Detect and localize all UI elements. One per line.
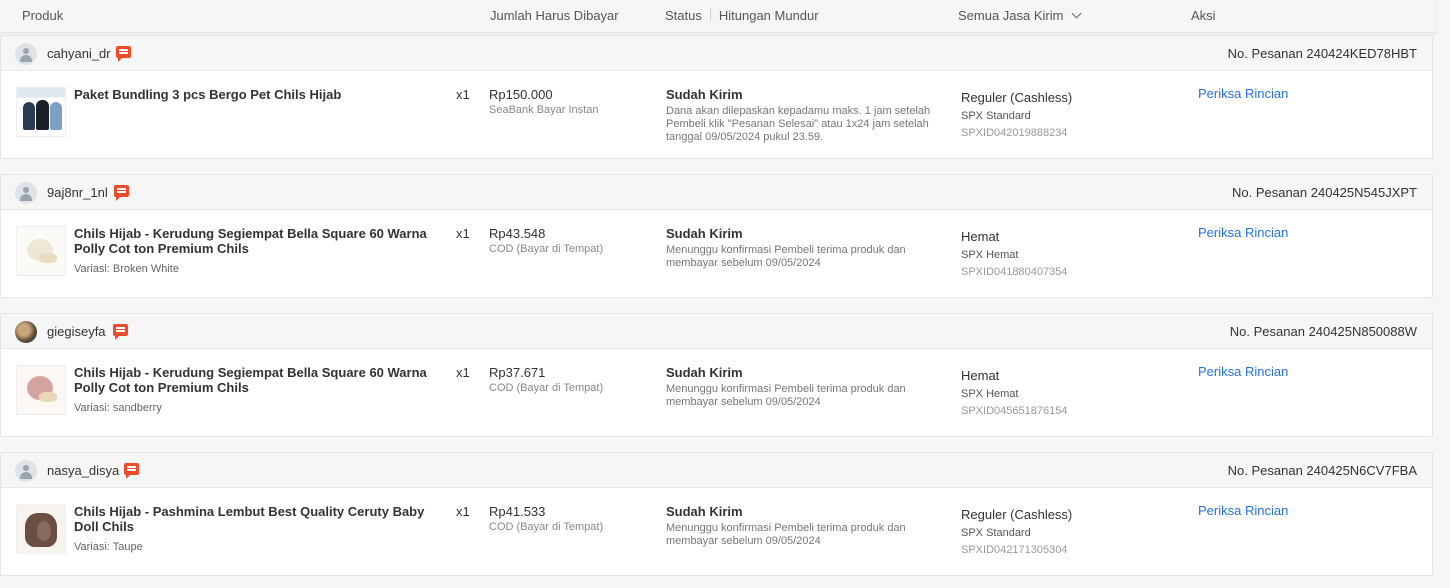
payment-method: COD (Bayar di Tempat) (489, 521, 604, 533)
product-thumbnail[interactable] (16, 226, 66, 276)
shipping-service: Reguler (Cashless) (961, 90, 1073, 105)
tracking-number: SPXID041880407354 (961, 266, 1068, 278)
shipping-service: Hemat (961, 368, 1000, 383)
payment-method: COD (Bayar di Tempat) (489, 382, 604, 394)
product-thumbnail[interactable] (16, 504, 66, 554)
order-status: Sudah Kirim (666, 504, 743, 519)
check-details-link[interactable]: Periksa Rincian (1198, 503, 1288, 518)
avatar[interactable] (15, 321, 37, 343)
amount-due: Rp43.548 (489, 226, 546, 241)
quantity: x1 (456, 226, 470, 241)
buyer-username[interactable]: 9aj8nr_1nl (47, 185, 108, 200)
product-name: Chils Hijab - Kerudung Segiempat Bella S… (74, 226, 427, 256)
header-aksi: Aksi (1191, 8, 1216, 23)
product-name: Paket Bundling 3 pcs Bergo Pet Chils Hij… (74, 87, 342, 102)
order-header: 9aj8nr_1nl No. Pesanan 240425N545JXPT (1, 175, 1432, 210)
order-card: 9aj8nr_1nl No. Pesanan 240425N545JXPT Ch… (0, 174, 1433, 298)
tracking-number: SPXID045651876154 (961, 405, 1068, 417)
tracking-number: SPXID042171305304 (961, 544, 1068, 556)
status-description: Dana akan dilepaskan kepadamu maks. 1 ja… (666, 105, 931, 143)
payment-method: SeaBank Bayar Instan (489, 104, 599, 116)
order-header: cahyani_dr No. Pesanan 240424KED78HBT (1, 36, 1432, 71)
avatar[interactable] (15, 182, 37, 204)
check-details-link[interactable]: Periksa Rincian (1198, 225, 1288, 240)
courier-type: SPX Hemat (961, 249, 1019, 261)
product-name: Chils Hijab - Pashmina Lembut Best Quali… (74, 504, 425, 534)
quantity: x1 (456, 365, 470, 380)
order-status: Sudah Kirim (666, 226, 743, 241)
courier-filter-label: Semua Jasa Kirim (958, 8, 1064, 23)
avatar[interactable] (15, 43, 37, 65)
header-divider (709, 9, 711, 21)
order-header: giegiseyfa No. Pesanan 240425N850088W (1, 314, 1432, 349)
amount-due: Rp37.671 (489, 365, 546, 380)
order-number: No. Pesanan 240424KED78HBT (1227, 46, 1417, 61)
quantity: x1 (456, 504, 470, 519)
status-description: Menunggu konfirmasi Pembeli terima produ… (666, 383, 906, 408)
order-number: No. Pesanan 240425N850088W (1229, 324, 1417, 339)
avatar[interactable] (15, 460, 37, 482)
courier-type: SPX Standard (961, 527, 1031, 539)
order-status: Sudah Kirim (666, 87, 743, 102)
buyer-username[interactable]: nasya_disya (47, 463, 119, 478)
status-description: Menunggu konfirmasi Pembeli terima produ… (666, 522, 906, 547)
product-variant: Variasi: sandberry (74, 402, 162, 414)
check-details-link[interactable]: Periksa Rincian (1198, 86, 1288, 101)
header-hitungan: Hitungan Mundur (718, 8, 819, 23)
product-thumbnail[interactable] (16, 87, 66, 137)
chevron-down-icon (1072, 8, 1082, 19)
order-status: Sudah Kirim (666, 365, 743, 380)
header-status: Status (665, 8, 702, 23)
product-variant: Variasi: Taupe (74, 541, 143, 553)
shipping-service: Hemat (961, 229, 1000, 244)
check-details-link[interactable]: Periksa Rincian (1198, 364, 1288, 379)
buyer-username[interactable]: cahyani_dr (47, 46, 111, 61)
order-number: No. Pesanan 240425N545JXPT (1231, 185, 1417, 200)
buyer-username[interactable]: giegiseyfa (47, 324, 106, 339)
amount-due: Rp150.000 (489, 87, 553, 102)
product-name: Chils Hijab - Kerudung Segiempat Bella S… (74, 365, 427, 395)
header-status-group: Status Hitungan Mundur (665, 8, 819, 23)
header-produk: Produk (22, 8, 64, 23)
courier-type: SPX Standard (961, 110, 1031, 122)
chat-icon[interactable] (124, 463, 139, 479)
shipping-service: Reguler (Cashless) (961, 507, 1073, 522)
order-header: nasya_disya No. Pesanan 240425N6CV7FBA (1, 453, 1432, 488)
table-header: Produk Jumlah Harus Dibayar Status Hitung… (0, 0, 1436, 33)
header-jumlah: Jumlah Harus Dibayar (490, 8, 619, 23)
payment-method: COD (Bayar di Tempat) (489, 243, 604, 255)
chat-icon[interactable] (116, 46, 131, 62)
order-card: nasya_disya No. Pesanan 240425N6CV7FBA C… (0, 452, 1433, 576)
chat-icon[interactable] (113, 324, 128, 340)
order-card: cahyani_dr No. Pesanan 240424KED78HBT Pa… (0, 35, 1433, 159)
order-card: giegiseyfa No. Pesanan 240425N850088W Ch… (0, 313, 1433, 437)
product-thumbnail[interactable] (16, 365, 66, 415)
status-description: Menunggu konfirmasi Pembeli terima produ… (666, 244, 906, 269)
tracking-number: SPXID042019888234 (961, 127, 1068, 139)
courier-filter-dropdown[interactable]: Semua Jasa Kirim (958, 8, 1082, 23)
order-number: No. Pesanan 240425N6CV7FBA (1227, 463, 1417, 478)
chat-icon[interactable] (114, 185, 129, 201)
amount-due: Rp41.533 (489, 504, 546, 519)
product-variant: Variasi: Broken White (74, 263, 179, 275)
quantity: x1 (456, 87, 470, 102)
courier-type: SPX Hemat (961, 388, 1019, 400)
